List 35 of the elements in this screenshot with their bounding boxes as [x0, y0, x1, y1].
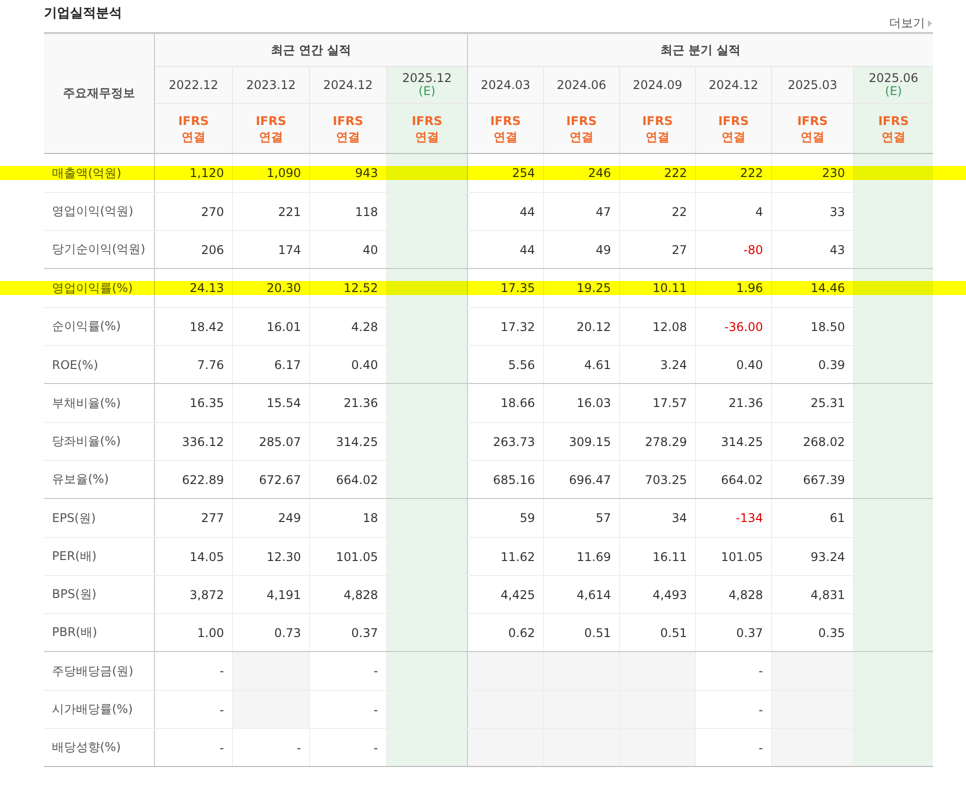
period-label: 2024.12 — [708, 78, 758, 92]
period-label: 2024.12 — [323, 78, 373, 92]
basis-label: IFRS — [642, 112, 673, 128]
estimate-label: (E) — [418, 85, 436, 98]
basis-label: IFRS — [566, 112, 597, 128]
scope-label: 연결 — [722, 128, 746, 144]
basis-label: IFRS — [878, 112, 909, 128]
more-link[interactable]: 더보기 — [889, 15, 932, 32]
scope-label: 연결 — [336, 128, 360, 144]
period-label: 2024.09 — [632, 78, 682, 92]
basis-label: IFRS — [178, 112, 209, 128]
period-label: 2025.06 — [868, 72, 918, 85]
period-label: 2024.06 — [556, 78, 606, 92]
basis-label: IFRS — [332, 112, 364, 128]
scope-label: 연결 — [415, 128, 439, 144]
basis-label: IFRS — [256, 112, 286, 128]
basis-label: IFRS — [718, 112, 749, 128]
period-label: 2022.12 — [168, 78, 218, 92]
basis-label: IFRS — [797, 112, 828, 128]
scope-label: 연결 — [570, 128, 594, 144]
scope-label: 연결 — [800, 128, 824, 144]
scope-label: 연결 — [882, 128, 906, 144]
section-title: 기업실적분석 — [44, 5, 122, 22]
basis-label: IFRS — [490, 112, 521, 128]
caret-icon — [928, 20, 932, 27]
basis-label: IFRS — [412, 112, 442, 128]
scope-label: 연결 — [182, 128, 206, 144]
scope-label: 연결 — [646, 128, 670, 144]
period-label: 2024.03 — [480, 78, 530, 92]
period-label: 2025.12 — [402, 72, 452, 85]
estimate-label: (E) — [885, 85, 902, 98]
scope-label: 연결 — [259, 128, 283, 144]
scope-label: 연결 — [494, 128, 518, 144]
period-label: 2025.03 — [788, 78, 838, 92]
period-label: 2023.12 — [246, 78, 296, 92]
